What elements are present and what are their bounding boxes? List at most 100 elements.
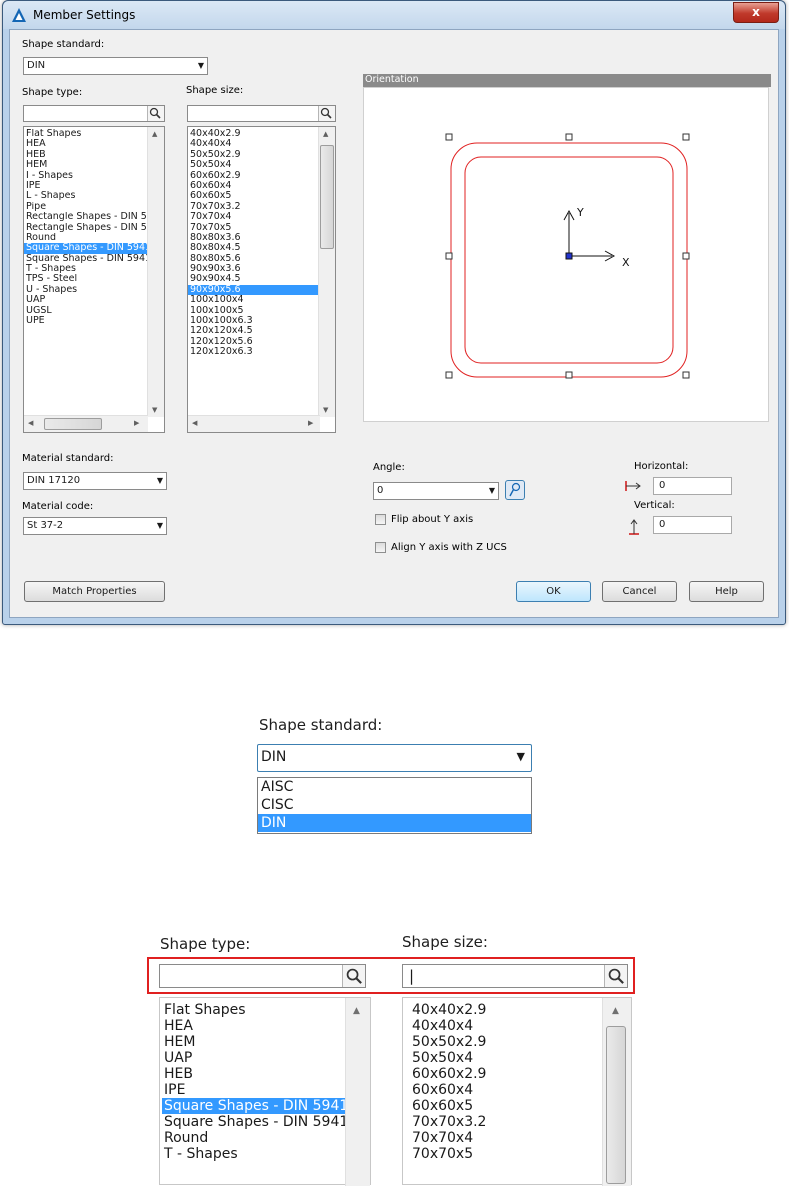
list-item[interactable]: Square Shapes - DIN 59411 bbox=[24, 254, 148, 264]
shape-type-list[interactable]: Flat Shapes HEA HEB HEM I - Shapes IPE L - Sha… bbox=[23, 126, 165, 433]
scroll-up-icon[interactable]: ▲ bbox=[152, 130, 157, 138]
search-button[interactable] bbox=[147, 106, 164, 121]
list-item[interactable]: 120x120x4.5 bbox=[188, 326, 320, 336]
list-item[interactable]: IPE bbox=[162, 1082, 345, 1098]
vertical-scrollbar[interactable]: ▲ ▼ bbox=[147, 127, 164, 417]
scroll-up-icon[interactable]: ▲ bbox=[353, 1006, 360, 1016]
list-item[interactable]: T - Shapes bbox=[162, 1146, 345, 1162]
shape-size-list[interactable]: 40x40x2.9 40x40x4 50x50x2.9 50x50x4 60x60x2.… bbox=[187, 126, 336, 433]
list-item[interactable]: IPE bbox=[24, 181, 148, 191]
list-item[interactable]: I - Shapes bbox=[24, 171, 148, 181]
list-item[interactable]: Pipe bbox=[24, 202, 148, 212]
scroll-right-icon[interactable]: ▶ bbox=[134, 419, 139, 427]
list-item[interactable]: HEM bbox=[24, 160, 148, 170]
angle-select[interactable]: 0 ▼ bbox=[373, 482, 499, 500]
list-item[interactable]: Round bbox=[24, 233, 148, 243]
list-item[interactable]: 60x60x4 bbox=[188, 181, 320, 191]
list-item[interactable]: 70x70x4 bbox=[410, 1130, 600, 1146]
zoom-shape-standard-select[interactable]: DIN ▼ bbox=[257, 744, 532, 772]
shape-standard-select[interactable]: DIN ▼ bbox=[23, 57, 208, 75]
list-item[interactable]: 40x40x4 bbox=[410, 1018, 600, 1034]
list-item[interactable]: HEM bbox=[162, 1034, 345, 1050]
dropdown-option[interactable]: DIN bbox=[258, 814, 531, 832]
scroll-down-icon[interactable]: ▼ bbox=[152, 406, 157, 414]
list-item[interactable]: HEA bbox=[162, 1018, 345, 1034]
match-properties-button[interactable]: Match Properties bbox=[24, 581, 165, 602]
help-button[interactable]: Help bbox=[689, 581, 764, 602]
list-item[interactable]: 70x70x3.2 bbox=[188, 202, 320, 212]
scroll-right-icon[interactable]: ▶ bbox=[308, 419, 313, 427]
ok-button[interactable]: OK bbox=[516, 581, 591, 602]
zoom-shape-size-search[interactable]: | bbox=[402, 964, 628, 988]
pick-angle-button[interactable] bbox=[505, 480, 525, 500]
scroll-left-icon[interactable]: ◀ bbox=[28, 419, 33, 427]
material-standard-select[interactable]: DIN 17120 ▼ bbox=[23, 472, 167, 490]
list-item[interactable]: Rectangle Shapes - DIN 59410 bbox=[24, 212, 148, 222]
scroll-thumb[interactable] bbox=[320, 145, 334, 249]
search-button[interactable] bbox=[604, 965, 627, 987]
list-item[interactable]: UGSL bbox=[24, 306, 148, 316]
list-item[interactable]: 50x50x2.9 bbox=[410, 1034, 600, 1050]
list-item[interactable]: U - Shapes bbox=[24, 285, 148, 295]
list-item[interactable]: Flat Shapes bbox=[162, 1002, 345, 1018]
list-item[interactable]: 60x60x2.9 bbox=[410, 1066, 600, 1082]
list-item[interactable]: UAP bbox=[24, 295, 148, 305]
list-item[interactable]: 40x40x2.9 bbox=[188, 129, 320, 139]
scroll-thumb[interactable] bbox=[44, 418, 102, 430]
list-item[interactable]: 100x100x4 bbox=[188, 295, 320, 305]
list-item[interactable]: 90x90x5.6 bbox=[188, 284, 320, 296]
horizontal-input[interactable]: 0 bbox=[653, 477, 732, 495]
list-item[interactable]: 40x40x4 bbox=[188, 139, 320, 149]
list-item[interactable]: UAP bbox=[162, 1050, 345, 1066]
zoom-shape-type-list[interactable]: Flat Shapes HEA HEM UAP HEB IPE Square Shapes … bbox=[159, 997, 371, 1186]
scroll-thumb[interactable] bbox=[606, 1026, 626, 1184]
list-item[interactable]: 70x70x5 bbox=[410, 1146, 600, 1162]
list-item[interactable]: Round bbox=[162, 1130, 345, 1146]
align-y-checkbox[interactable] bbox=[375, 542, 386, 553]
list-item[interactable]: TPS - Steel bbox=[24, 274, 148, 284]
search-button[interactable] bbox=[318, 106, 335, 121]
list-item[interactable]: 120x120x6.3 bbox=[188, 347, 320, 357]
horizontal-scrollbar[interactable]: ◀ ▶ bbox=[24, 415, 148, 432]
list-item[interactable]: 40x40x2.9 bbox=[410, 1002, 600, 1018]
list-item[interactable]: 60x60x4 bbox=[410, 1082, 600, 1098]
title-bar[interactable]: Member Settings x bbox=[3, 1, 785, 29]
list-item[interactable]: 100x100x6.3 bbox=[188, 316, 320, 326]
zoom-shape-size-list[interactable]: 40x40x2.9 40x40x4 50x50x2.9 50x50x4 60x60x2.… bbox=[402, 997, 632, 1186]
list-item[interactable]: HEA bbox=[24, 139, 148, 149]
cancel-button[interactable]: Cancel bbox=[602, 581, 677, 602]
list-item[interactable]: 60x60x5 bbox=[410, 1098, 600, 1114]
list-item[interactable]: 70x70x4 bbox=[188, 212, 320, 222]
vertical-scrollbar[interactable]: ▲ bbox=[345, 998, 370, 1186]
dropdown-option[interactable]: CISC bbox=[258, 796, 531, 814]
dropdown-option[interactable]: AISC bbox=[258, 778, 531, 796]
list-item[interactable]: HEB bbox=[24, 150, 148, 160]
list-item[interactable]: 90x90x3.6 bbox=[188, 264, 320, 274]
shape-size-search[interactable] bbox=[187, 105, 336, 122]
vertical-scrollbar[interactable]: ▲ bbox=[602, 998, 631, 1186]
zoom-shape-standard-options[interactable]: AISC CISC DIN bbox=[257, 777, 532, 834]
list-item[interactable]: L - Shapes bbox=[24, 191, 148, 201]
list-item[interactable]: 90x90x4.5 bbox=[188, 274, 320, 284]
list-item[interactable]: 120x120x5.6 bbox=[188, 337, 320, 347]
list-item[interactable]: Square Shapes - DIN 59410 bbox=[24, 243, 148, 254]
list-item[interactable]: 70x70x3.2 bbox=[410, 1114, 600, 1130]
list-item[interactable]: 70x70x5 bbox=[188, 223, 320, 233]
vertical-scrollbar[interactable]: ▲ ▼ bbox=[318, 127, 335, 417]
list-item[interactable]: 80x80x5.6 bbox=[188, 254, 320, 264]
orientation-preview[interactable]: Y X bbox=[363, 87, 769, 422]
list-item[interactable]: 100x100x5 bbox=[188, 306, 320, 316]
list-item[interactable]: 50x50x4 bbox=[410, 1050, 600, 1066]
vertical-input[interactable]: 0 bbox=[653, 516, 732, 534]
list-item[interactable]: Square Shapes - DIN 59410 bbox=[162, 1098, 345, 1114]
scroll-up-icon[interactable]: ▲ bbox=[323, 130, 328, 138]
list-item[interactable]: Rectangle Shapes - DIN 59411 bbox=[24, 223, 148, 233]
close-button[interactable]: x bbox=[733, 2, 779, 23]
search-button[interactable] bbox=[342, 965, 365, 987]
list-item[interactable]: 80x80x4.5 bbox=[188, 243, 320, 253]
zoom-shape-type-search[interactable] bbox=[159, 964, 366, 988]
list-item[interactable]: Flat Shapes bbox=[24, 129, 148, 139]
list-item[interactable]: HEB bbox=[162, 1066, 345, 1082]
list-item[interactable]: T - Shapes bbox=[24, 264, 148, 274]
scroll-left-icon[interactable]: ◀ bbox=[192, 419, 197, 427]
